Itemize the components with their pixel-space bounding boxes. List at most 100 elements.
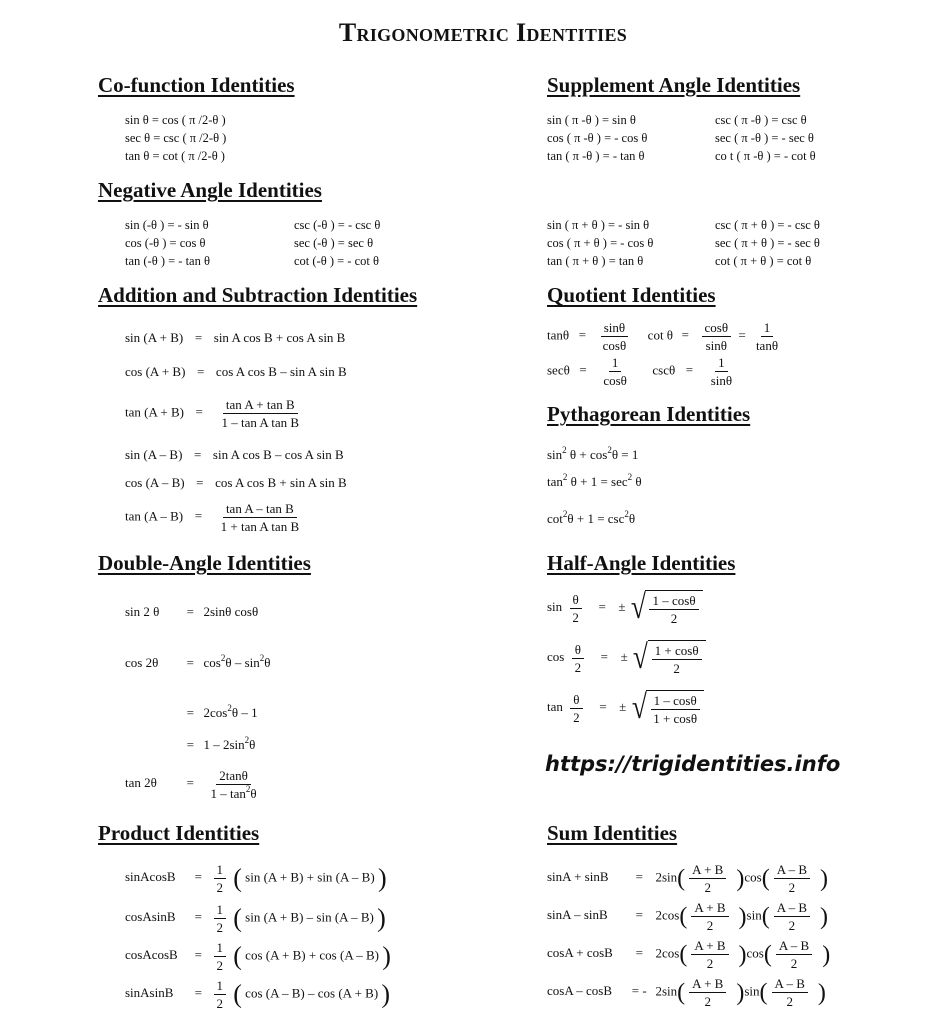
pythagorean-heading: Pythagorean Identities — [547, 402, 751, 426]
half-row: tan θ2 = ± √ 1 – cosθ 1 + cosθ — [547, 690, 705, 726]
denominator: 2 — [572, 609, 579, 625]
supplement-heading: Supplement Angle Identities — [547, 73, 801, 97]
rhs: sin A cos B + cos A sin B — [213, 330, 346, 345]
addsub-row: tan (A + B) = tan A + tan B 1 – tan A ta… — [125, 397, 306, 430]
paren: ( — [679, 941, 688, 968]
lhs: tan 2θ — [125, 775, 157, 791]
addsub-row: sin (A + B) = sin A cos B + cos A sin B — [125, 330, 345, 346]
product-row: sinAcosB = 12 ( sin (A + B) + sin (A – B… — [125, 862, 387, 895]
fraction: 12 — [213, 862, 226, 895]
addsub-row: tan (A – B) = tan A – tan B 1 + tan A ta… — [125, 501, 306, 534]
equals: = — [186, 737, 194, 752]
supplement-row: cos ( π -θ ) = - cos θ — [547, 131, 648, 145]
denominator: 2 — [573, 709, 580, 725]
lhs: sinAcosB — [125, 869, 176, 885]
half-row: sin θ2 = ± √ 1 – cosθ 2 — [547, 590, 703, 626]
lhs: cosAsinB — [125, 909, 176, 925]
lhs: sinAsinB — [125, 985, 174, 1001]
addsub-row: cos (A – B) = cos A cos B + sin A sin B — [125, 475, 347, 491]
paren: ) — [820, 903, 829, 930]
paren: ( — [233, 863, 242, 893]
square-root: √ 1 + cosθ 2 — [631, 640, 706, 676]
paren: ( — [679, 903, 688, 930]
quotient-row: tanθ = sinθ cosθ cot θ = cosθ sinθ = 1 t… — [547, 320, 785, 353]
lhs: cos (A + B) — [125, 364, 186, 379]
lhs: sin (A – B) — [125, 447, 183, 462]
product-row: cosAcosB = 12 ( cos (A + B) + cos (A – B… — [125, 940, 391, 973]
equals: = — [194, 909, 202, 925]
double-row: = 1 – 2sin2θ — [125, 736, 256, 753]
function: tan — [547, 698, 563, 714]
function: cos — [746, 945, 764, 961]
equals: = — [738, 327, 746, 343]
supplement-row: cos ( π + θ ) = - cos θ — [547, 236, 654, 250]
function: sin — [744, 983, 760, 999]
sum-row: sinA – sinB = 2cos(A + B 2)sin(A – B 2) — [547, 900, 828, 933]
equals: = — [195, 404, 203, 420]
equals: = — [186, 604, 194, 619]
numerator: 1 — [213, 940, 226, 957]
plus-minus: ± — [618, 598, 626, 614]
supplement-row: sin ( π -θ ) = sin θ — [547, 113, 636, 127]
fraction: 1 cosθ — [600, 355, 630, 388]
paren: ( — [233, 979, 242, 1009]
lhs: cot θ — [647, 327, 674, 343]
fraction: A + B2 — [691, 900, 729, 933]
addsub-heading: Addition and Subtraction Identities — [98, 283, 418, 307]
pythagorean-row: cot2θ + 1 = csc2θ — [547, 510, 635, 527]
fraction: tan A + tan B 1 – tan A tan B — [218, 397, 302, 430]
term: 2cos — [203, 705, 228, 720]
fraction: 2tanθ 1 – tan2θ — [208, 768, 260, 801]
quotient-heading: Quotient Identities — [547, 283, 716, 307]
addsub-row: sin (A – B) = sin A cos B – cos A sin B — [125, 447, 344, 463]
fraction: 1 – cosθ 1 + cosθ — [650, 693, 700, 726]
equals: = — [194, 869, 202, 885]
fraction: θ2 — [570, 692, 583, 725]
numerator: 1 — [213, 978, 226, 995]
lhs: secθ — [547, 362, 570, 378]
fraction: A – B2 — [773, 900, 811, 933]
supplement-row: sin ( π + θ ) = - sin θ — [547, 218, 650, 232]
paren: ) — [381, 979, 391, 1009]
supplement-row: sec ( π + θ ) = - sec θ — [715, 236, 820, 250]
fraction: sinθ cosθ — [600, 320, 630, 353]
numerator: θ — [571, 642, 584, 659]
fraction: 12 — [213, 978, 226, 1011]
numerator: A – B — [771, 976, 808, 993]
paren: ) — [377, 903, 386, 933]
cofunction-row: tan θ = cot ( π /2-θ ) — [125, 149, 225, 163]
lhs: tanθ — [547, 327, 570, 343]
supplement-row: tan ( π -θ ) = - tan θ — [547, 149, 645, 163]
rhs: sin (A + B) + sin (A – B) — [245, 869, 375, 885]
denominator: 2 — [216, 920, 224, 935]
numerator: tan A + tan B — [222, 397, 298, 414]
denominator: 1 – tan A tan B — [221, 415, 300, 430]
radical-sign: √ — [630, 589, 646, 626]
paren: ( — [233, 941, 242, 971]
fraction: 1 sinθ — [708, 355, 735, 388]
equals: = — [194, 447, 202, 462]
term: θ + 1 = sec — [567, 474, 628, 489]
lhs: cscθ — [652, 362, 676, 378]
pythagorean-row: sin2 θ + cos2θ = 1 — [547, 446, 638, 463]
supplement-row: sec ( π -θ ) = - sec θ — [715, 131, 814, 145]
pythagorean-row: tan2 θ + 1 = sec2 θ — [547, 473, 642, 490]
supplement-row: csc ( π + θ ) = - csc θ — [715, 218, 820, 232]
numerator: 1 — [715, 355, 728, 372]
function: 2cos — [655, 907, 680, 923]
supplement-row: co t ( π -θ ) = - cot θ — [715, 149, 816, 163]
website-link[interactable]: https://trigidentities.info — [545, 752, 840, 776]
negative-heading: Negative Angle Identities — [98, 178, 322, 202]
paren: ) — [382, 941, 391, 971]
equals: = — [600, 648, 609, 664]
double-row: cos 2θ = cos2θ – sin2θ — [125, 654, 270, 671]
equals: = — [194, 947, 202, 963]
equals: = — [196, 475, 204, 490]
denominator: 2 — [706, 918, 714, 933]
radical-sign: √ — [632, 639, 648, 676]
equals: = — [186, 775, 194, 791]
numerator: 1 + cosθ — [651, 643, 702, 660]
denominator: 2 — [704, 880, 712, 895]
quotient-row: secθ = 1 cosθ cscθ = 1 sinθ — [547, 355, 739, 388]
sum-row: cosA + cosB = 2cos(A + B 2)cos(A – B 2) — [547, 938, 830, 971]
